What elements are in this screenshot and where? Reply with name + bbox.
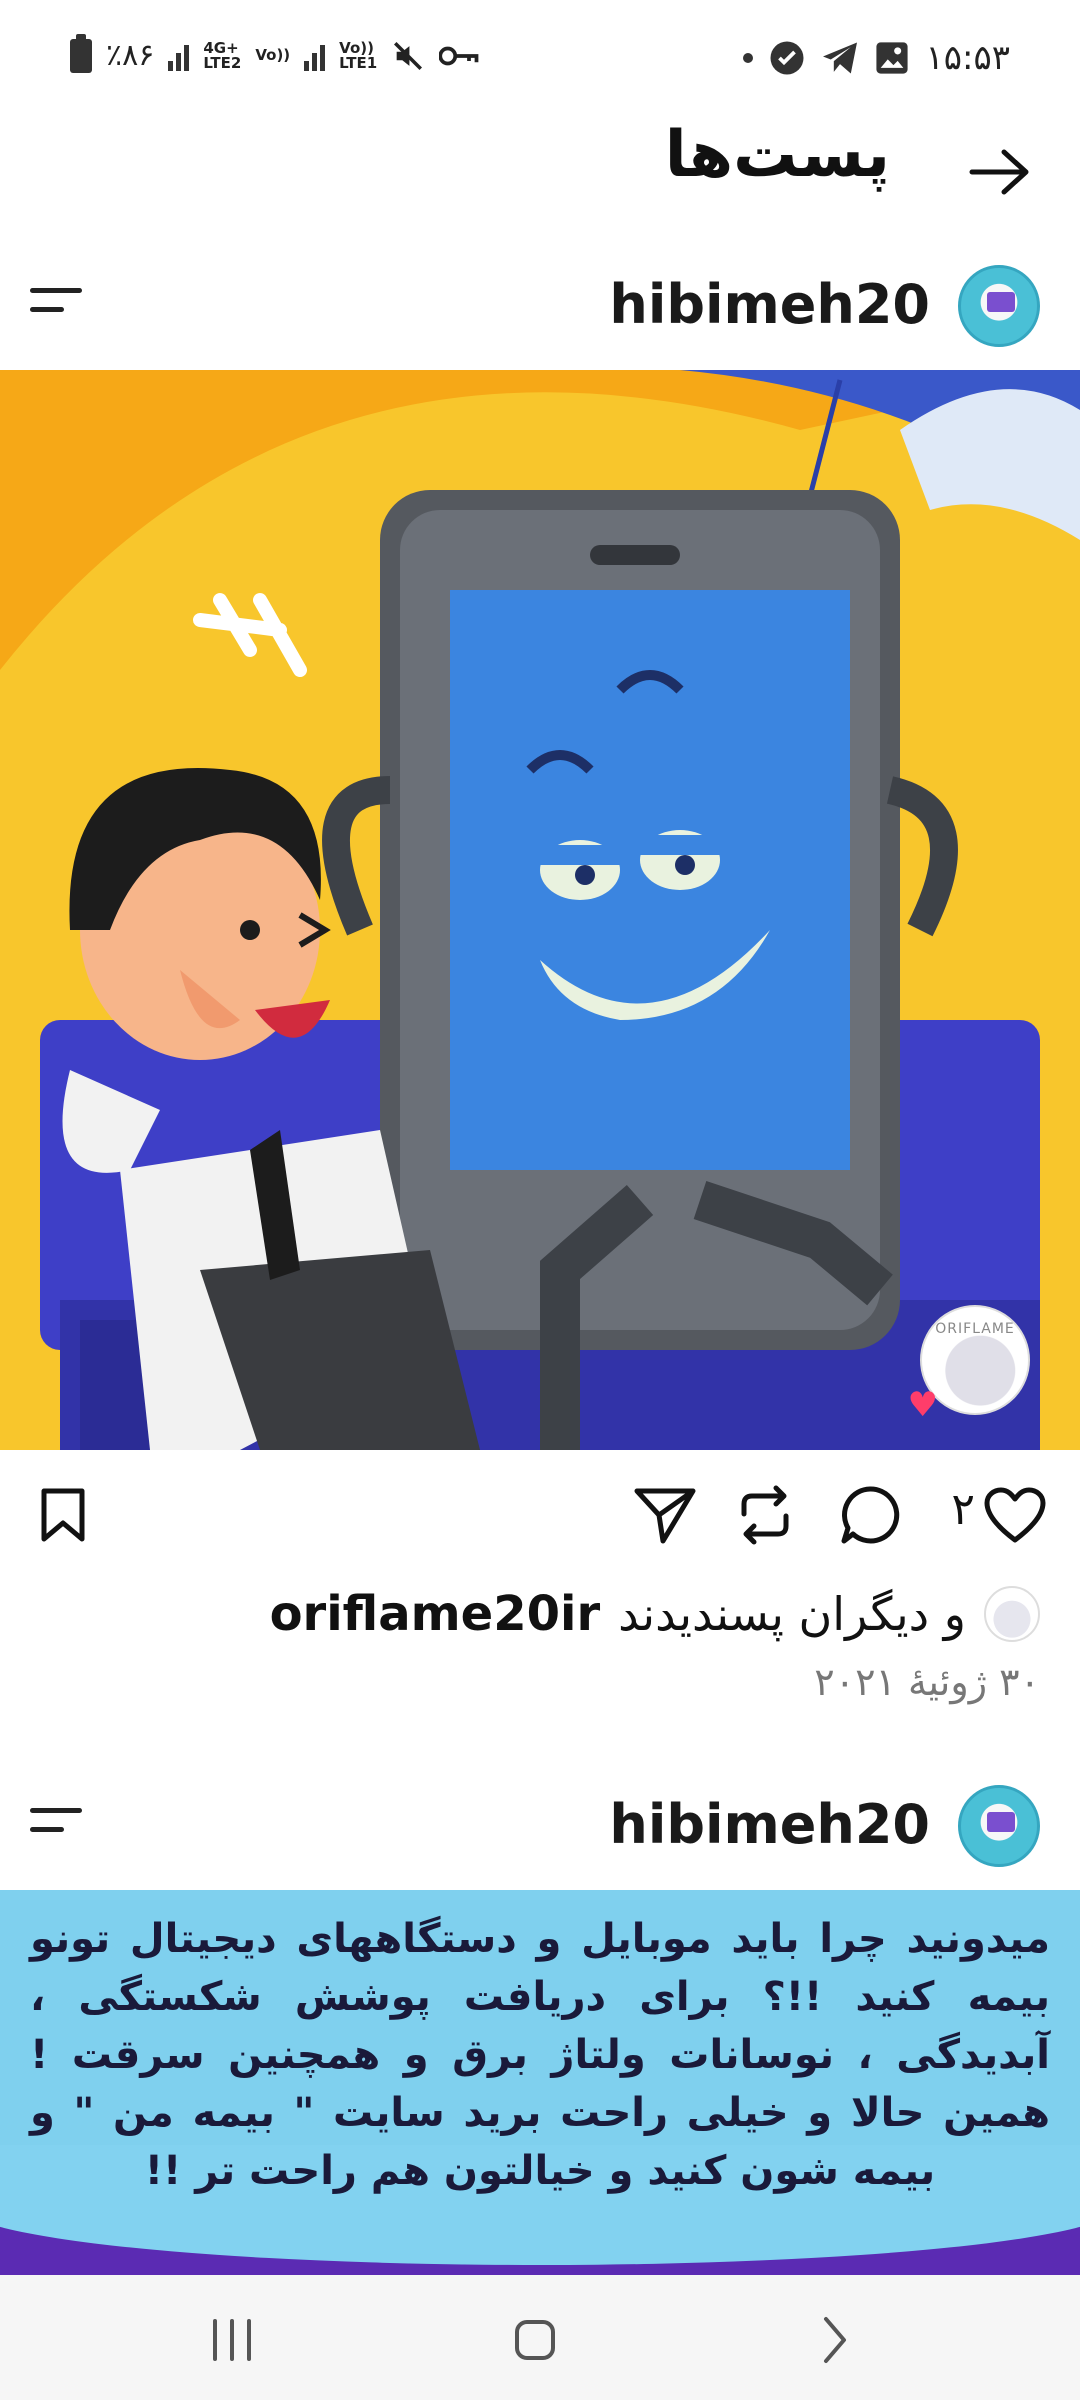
network-indicator-2: Vo)) LTE1 <box>339 38 378 72</box>
app-header: پست‌ها <box>0 110 1080 230</box>
send-icon <box>634 1488 696 1544</box>
like-count: ۲ <box>951 1484 975 1535</box>
post-date: ۳۰ ژوئیهٔ ۲۰۲۱ <box>814 1660 1040 1704</box>
liker-avatar <box>984 1586 1040 1642</box>
avatar[interactable] <box>958 1785 1040 1867</box>
back-button[interactable] <box>960 132 1040 212</box>
post-menu-button[interactable] <box>30 275 90 325</box>
likes-suffix: و دیگران پسندیدند <box>618 1587 966 1641</box>
post-username[interactable]: hibimeh20 <box>609 1793 930 1856</box>
liker-username[interactable]: oriflame20ir <box>270 1586 601 1642</box>
signal-icon-2 <box>304 41 326 71</box>
key-icon <box>439 46 479 65</box>
heart-outline-icon <box>984 1487 1046 1543</box>
mute-icon <box>394 41 423 70</box>
network-indicator-1: 4G+ LTE2 <box>203 38 242 72</box>
battery-percent: ٪۸۶ <box>106 38 155 73</box>
home-button[interactable] <box>495 2300 575 2380</box>
post-actions: ۲ <box>0 1460 1080 1570</box>
likes-summary[interactable]: و دیگران پسندیدند oriflame20ir <box>270 1582 1040 1646</box>
gallery-icon <box>876 42 909 74</box>
repost-button[interactable] <box>730 1480 800 1550</box>
telegram-icon <box>823 42 858 74</box>
recent-apps-button[interactable] <box>192 2300 272 2380</box>
bookmark-icon <box>41 1488 85 1542</box>
volte-indicator-1: Vo)) <box>255 46 291 64</box>
post-header-2: hibimeh20 <box>0 1765 1080 1875</box>
comment-button[interactable] <box>835 1480 905 1550</box>
notification-dot-icon <box>743 53 754 63</box>
post-image[interactable] <box>0 370 1080 1450</box>
recent-apps-icon <box>213 2319 251 2361</box>
heart-icon: ♥ <box>907 1385 938 1425</box>
post-image-2[interactable]: میدونید چرا باید موبایل و دستگاههای دیجی… <box>0 1890 1080 2275</box>
comment-icon <box>841 1486 900 1544</box>
battery-icon <box>70 33 92 73</box>
arrow-right-icon <box>969 149 1029 195</box>
post-image-text: میدونید چرا باید موبایل و دستگاههای دیجی… <box>30 1916 1050 2194</box>
post-username[interactable]: hibimeh20 <box>609 273 930 336</box>
shield-icon <box>770 41 804 75</box>
post-illustration <box>0 370 1080 1450</box>
post-menu-button[interactable] <box>30 1795 90 1845</box>
home-icon <box>515 2320 555 2360</box>
status-bar: ٪۸۶ 4G+ LTE2 Vo)) Vo)) LTE1 ۱۵:۵۳ <box>0 0 1080 110</box>
repost-icon <box>741 1485 789 1545</box>
page-title: پست‌ها <box>664 118 890 192</box>
avatar[interactable] <box>958 265 1040 347</box>
back-nav-button[interactable] <box>795 2300 875 2380</box>
clock: ۱۵:۵۳ <box>925 38 1010 78</box>
share-button[interactable] <box>630 1480 700 1550</box>
chevron-right-icon <box>824 2317 846 2363</box>
like-button[interactable] <box>980 1480 1050 1550</box>
bookmark-button[interactable] <box>28 1480 98 1550</box>
status-right: ۱۵:۵۳ <box>743 38 1010 78</box>
post-header: hibimeh20 <box>0 245 1080 355</box>
system-nav-bar <box>0 2275 1080 2400</box>
signal-icon <box>168 41 190 71</box>
status-left: ٪۸۶ 4G+ LTE2 Vo)) Vo)) LTE1 <box>70 33 479 73</box>
